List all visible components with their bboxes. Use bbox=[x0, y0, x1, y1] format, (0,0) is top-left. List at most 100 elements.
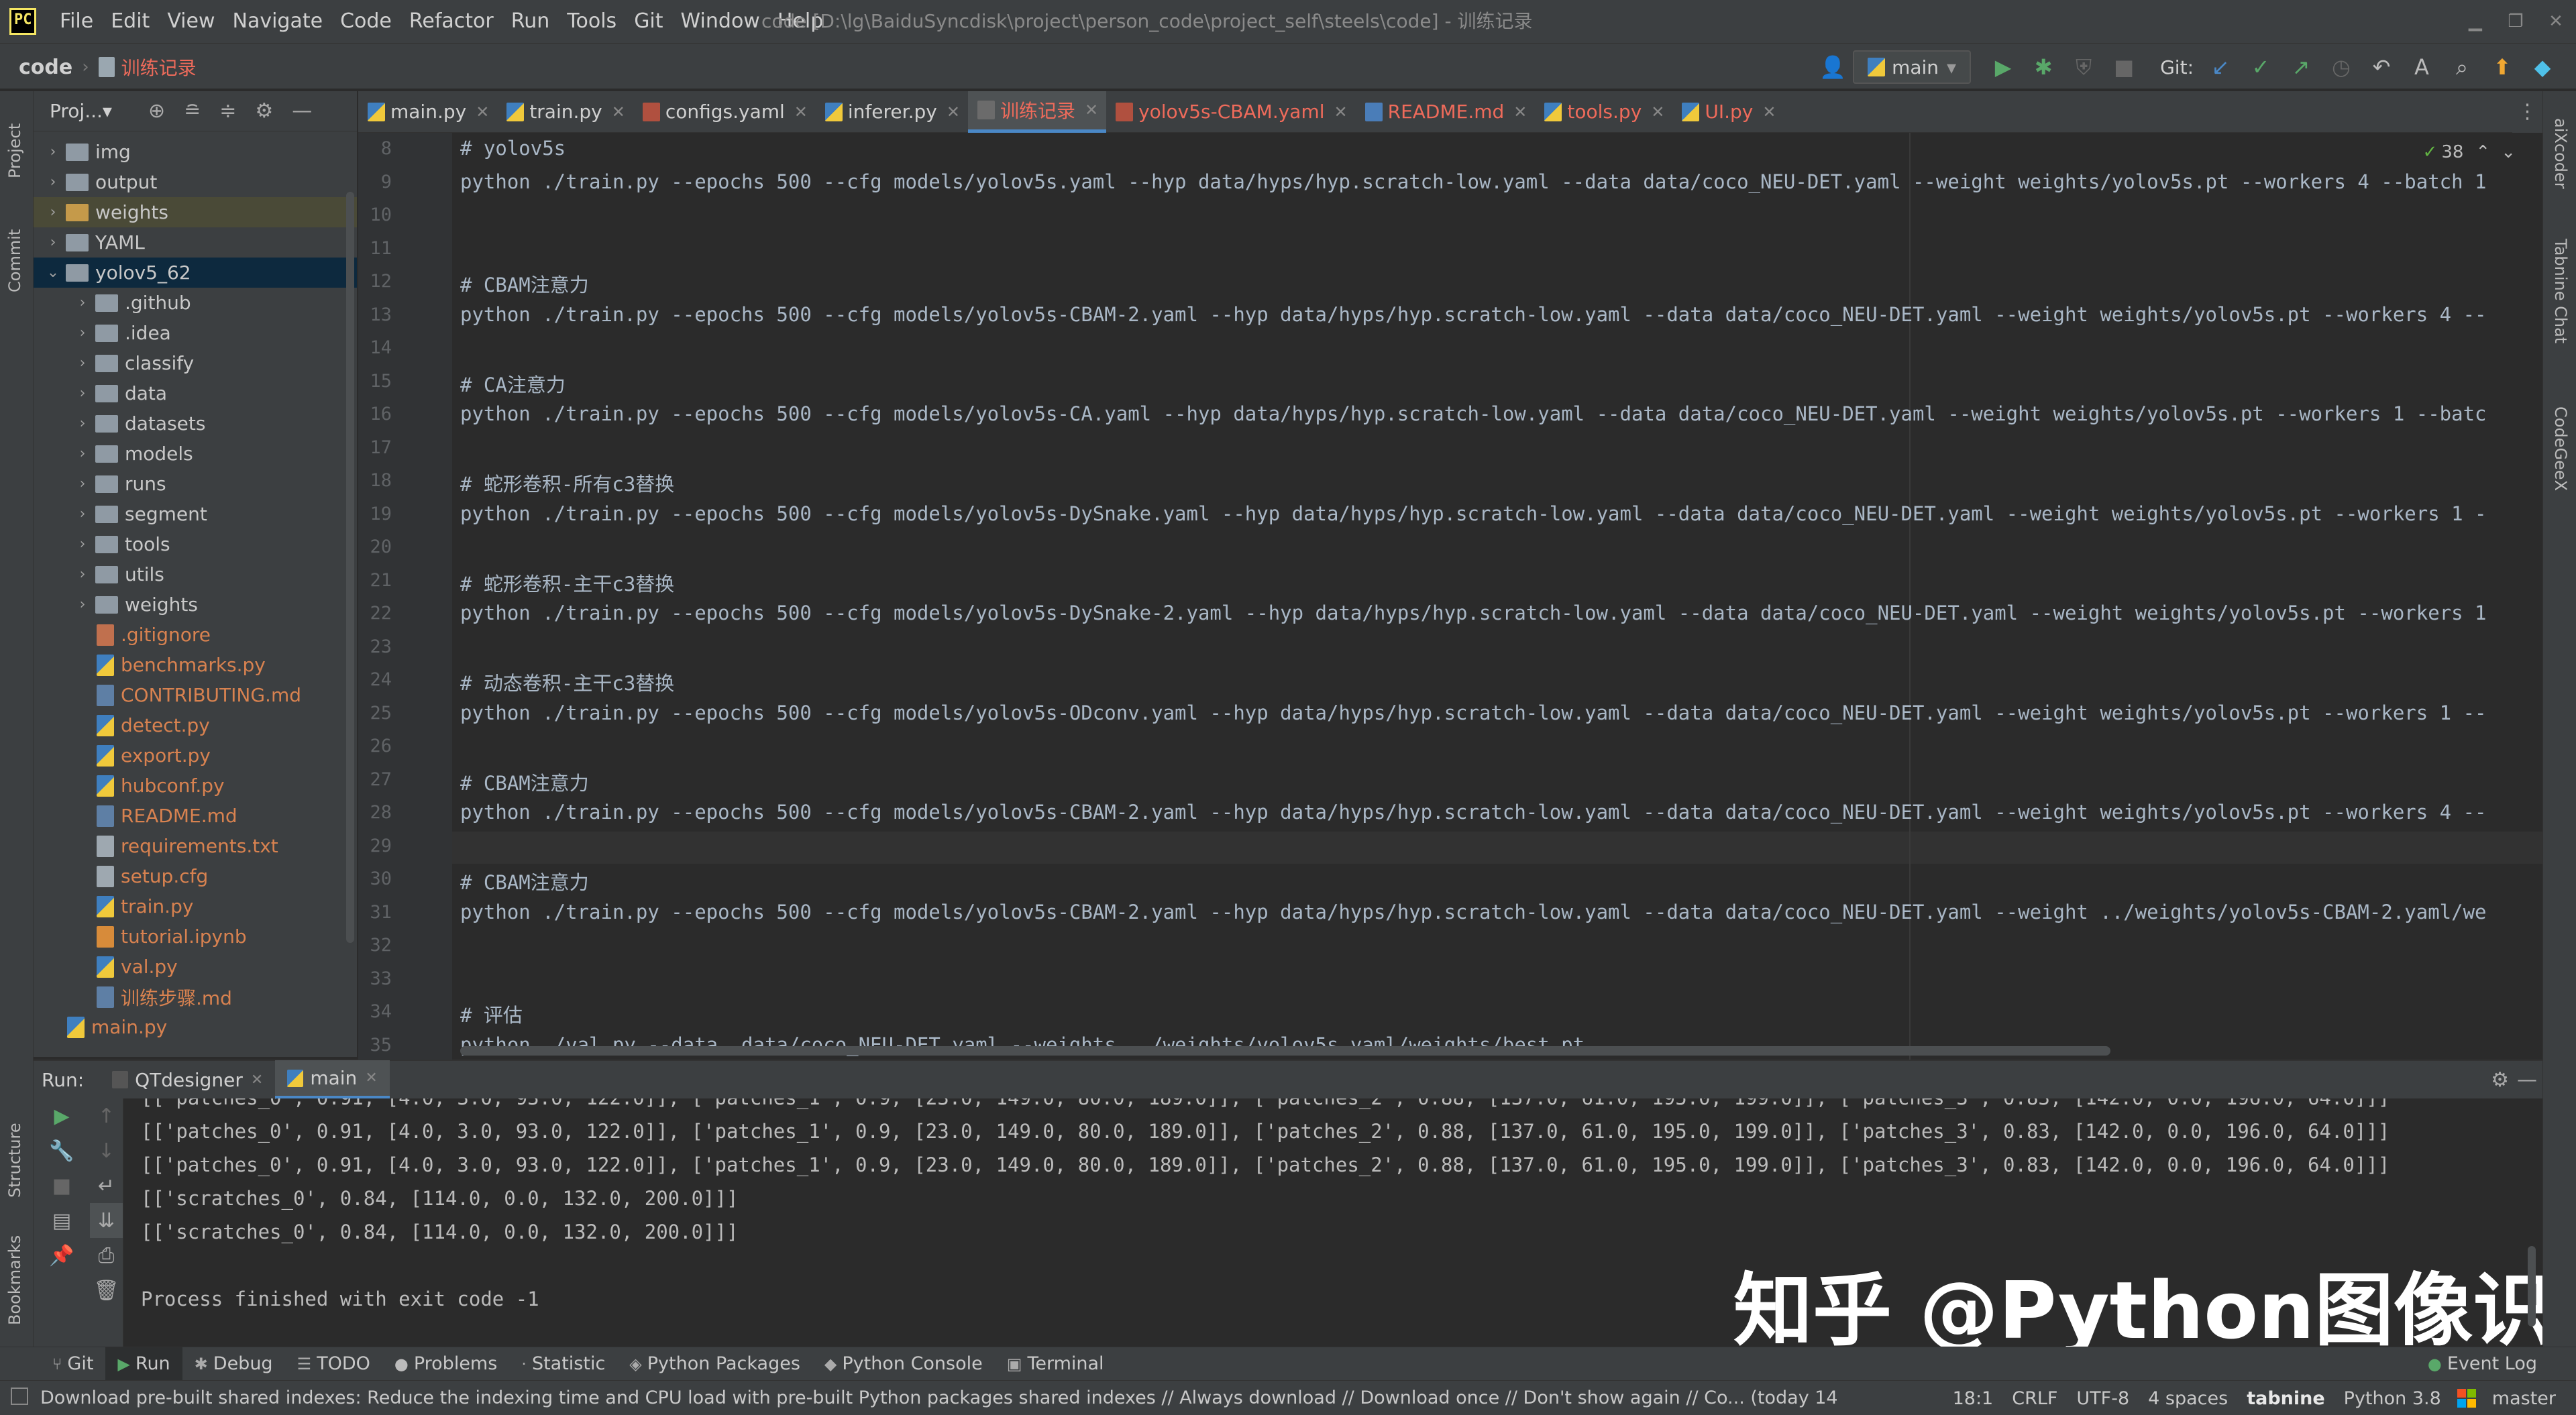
tree-item[interactable]: › .idea bbox=[34, 318, 357, 348]
code-line[interactable]: python ./train.py --epochs 500 --cfg mod… bbox=[460, 402, 2487, 425]
code-line[interactable]: python ./train.py --epochs 500 --cfg mod… bbox=[460, 502, 2487, 525]
tabnine-status[interactable]: tabnine bbox=[2247, 1388, 2324, 1409]
tab-inferer-py[interactable]: inferer.py ✕ bbox=[816, 91, 968, 133]
console-line[interactable]: [['scratches_0', 0.84, [114.0, 0.0, 132.… bbox=[141, 1221, 738, 1243]
python-interpreter[interactable]: Python 3.8 bbox=[2344, 1388, 2441, 1409]
run-console[interactable]: [['patches_0', 0.91, [4.0, 3.0, 93.0, 12… bbox=[123, 1098, 2542, 1347]
git-update-icon[interactable]: ↙ bbox=[2204, 51, 2237, 83]
close-icon[interactable]: ✕ bbox=[476, 103, 489, 121]
breadcrumb-root[interactable]: code bbox=[19, 56, 72, 79]
tree-scrollbar[interactable] bbox=[346, 192, 354, 943]
code-editor[interactable]: 8 9 10 11 12 13 14 15 16 17 18 19 20 21 22 23 24 25 26 27 28… bbox=[358, 133, 2542, 1060]
layout-icon[interactable]: ▤ bbox=[34, 1203, 90, 1238]
tool-window-python-packages[interactable]: ◈ Python Packages bbox=[617, 1347, 812, 1381]
aixcoder-tool-tab[interactable]: aiXcoder bbox=[2551, 118, 2570, 189]
tree-item[interactable]: › weights bbox=[34, 589, 357, 620]
menu-refactor[interactable]: Refactor bbox=[400, 0, 502, 43]
soft-wrap-icon[interactable]: ↵ bbox=[90, 1168, 123, 1203]
tab-train-py[interactable]: train.py ✕ bbox=[497, 91, 633, 133]
restore-icon[interactable]: ❐ bbox=[2496, 0, 2536, 43]
chevron-right-icon[interactable]: › bbox=[43, 174, 63, 190]
chevron-up-icon[interactable]: ⌃ bbox=[2475, 142, 2490, 162]
tree-item[interactable]: val.py bbox=[34, 952, 357, 982]
git-commit-icon[interactable]: ✓ bbox=[2245, 51, 2277, 83]
status-toggle-icon[interactable] bbox=[11, 1388, 28, 1405]
tool-window-debug[interactable]: ✱ Debug bbox=[182, 1347, 285, 1381]
history-icon[interactable]: ◷ bbox=[2325, 51, 2357, 83]
gear-icon[interactable]: ⚙ bbox=[2491, 1068, 2509, 1092]
chevron-right-icon[interactable]: › bbox=[72, 536, 93, 553]
event-log-button[interactable]: ● Event Log bbox=[2416, 1347, 2549, 1381]
tab-configs-yaml[interactable]: configs.yaml ✕ bbox=[633, 91, 816, 133]
status-message[interactable]: Download pre-built shared indexes: Reduc… bbox=[40, 1381, 1838, 1415]
menu-navigate[interactable]: Navigate bbox=[224, 0, 332, 43]
tree-item[interactable]: › img bbox=[34, 137, 357, 167]
close-icon[interactable]: ✕ bbox=[1762, 103, 1776, 121]
tree-item[interactable]: hubconf.py bbox=[34, 771, 357, 801]
chevron-right-icon[interactable]: › bbox=[72, 445, 93, 462]
menu-file[interactable]: File bbox=[51, 0, 102, 43]
chevron-right-icon[interactable]: › bbox=[72, 294, 93, 311]
code-line[interactable]: python ./train.py --epochs 500 --cfg mod… bbox=[460, 901, 2487, 923]
tree-item[interactable]: .gitignore bbox=[34, 620, 357, 650]
code-line[interactable]: python ./train.py --epochs 500 --cfg mod… bbox=[460, 602, 2487, 624]
caret-position[interactable]: 18:1 bbox=[1953, 1388, 1994, 1409]
debug-icon[interactable]: ✱ bbox=[2027, 51, 2059, 83]
line-number-gutter[interactable]: 8 9 10 11 12 13 14 15 16 17 18 19 20 21 22 23 24 25 26 27 28… bbox=[358, 133, 452, 1060]
close-icon[interactable]: ✕ bbox=[794, 103, 808, 121]
tree-item[interactable]: setup.cfg bbox=[34, 861, 357, 891]
pin-icon[interactable]: 📌 bbox=[34, 1238, 90, 1273]
close-icon[interactable]: ✕ bbox=[2536, 0, 2576, 43]
scroll-to-end-icon[interactable]: ⇊ bbox=[90, 1203, 123, 1238]
stop-icon[interactable]: ■ bbox=[34, 1168, 90, 1203]
bookmarks-tool-tab[interactable]: Bookmarks bbox=[5, 1235, 24, 1325]
hide-icon[interactable]: — bbox=[2517, 1068, 2537, 1092]
console-line[interactable]: Process finished with exit code -1 bbox=[141, 1288, 539, 1310]
rerun-icon[interactable]: ▶ bbox=[34, 1098, 90, 1133]
tab-readme-md[interactable]: README.md ✕ bbox=[1356, 91, 1536, 133]
tree-item[interactable]: main.py bbox=[34, 1012, 357, 1042]
tool-window-statistic[interactable]: · Statistic bbox=[509, 1347, 617, 1381]
console-line[interactable]: [['patches_0', 0.91, [4.0, 3.0, 93.0, 12… bbox=[141, 1098, 2390, 1109]
tool-window-run[interactable]: ▶ Run bbox=[105, 1347, 182, 1381]
tool-window-terminal[interactable]: ▣ Terminal bbox=[995, 1347, 1116, 1381]
arrow-up-icon[interactable]: ↑ bbox=[90, 1098, 123, 1133]
tree-item[interactable]: › classify bbox=[34, 348, 357, 378]
arrow-down-icon[interactable]: ↓ bbox=[90, 1133, 123, 1168]
chevron-right-icon[interactable]: › bbox=[72, 415, 93, 432]
console-line[interactable]: [['patches_0', 0.91, [4.0, 3.0, 93.0, 12… bbox=[141, 1120, 2390, 1143]
menu-view[interactable]: View bbox=[158, 0, 223, 43]
close-icon[interactable]: ✕ bbox=[251, 1072, 263, 1088]
tabs-menu-icon[interactable]: ⋮ bbox=[2512, 91, 2542, 133]
close-icon[interactable]: ✕ bbox=[1651, 103, 1664, 121]
close-icon[interactable]: ✕ bbox=[612, 103, 625, 121]
code-line[interactable]: python ./train.py --epochs 500 --cfg mod… bbox=[460, 801, 2487, 824]
menu-run[interactable]: Run bbox=[502, 0, 559, 43]
chevron-right-icon[interactable]: › bbox=[72, 325, 93, 341]
tree-item[interactable]: CONTRIBUTING.md bbox=[34, 680, 357, 710]
tree-item[interactable]: › tools bbox=[34, 529, 357, 559]
breadcrumb-file[interactable]: 训练记录 bbox=[121, 54, 197, 80]
menu-git[interactable]: Git bbox=[625, 0, 672, 43]
close-icon[interactable]: ✕ bbox=[1334, 103, 1348, 121]
chevron-right-icon[interactable]: › bbox=[43, 234, 63, 251]
tree-item[interactable]: › datasets bbox=[34, 408, 357, 439]
code-comment[interactable]: # CBAM注意力 bbox=[460, 270, 589, 298]
code-line[interactable]: python ./train.py --epochs 500 --cfg mod… bbox=[460, 170, 2487, 193]
tabnine-chat-tool-tab[interactable]: Tabnine Chat bbox=[2551, 239, 2570, 343]
tree-item[interactable]: › data bbox=[34, 378, 357, 408]
wrench-icon[interactable]: 🔧 bbox=[34, 1133, 90, 1168]
tree-item[interactable]: ⌄ yolov5_62 bbox=[34, 258, 357, 288]
print-icon[interactable]: ⎙ bbox=[90, 1238, 123, 1273]
code-comment[interactable]: # 蛇形卷积-主干c3替换 bbox=[460, 569, 674, 597]
tree-item[interactable]: › runs bbox=[34, 469, 357, 499]
search-icon[interactable]: ⌕ bbox=[2446, 51, 2478, 83]
close-icon[interactable]: ✕ bbox=[947, 103, 960, 121]
tree-item[interactable]: › utils bbox=[34, 559, 357, 589]
code-comment[interactable]: # 评估 bbox=[460, 1000, 523, 1028]
editor-horizontal-scrollbar[interactable] bbox=[460, 1046, 2110, 1056]
close-icon[interactable]: ✕ bbox=[365, 1070, 377, 1086]
tab-training-log[interactable]: 训练记录 ✕ bbox=[967, 91, 1107, 133]
chevron-right-icon[interactable]: › bbox=[43, 144, 63, 160]
collapse-all-icon[interactable]: ≘ bbox=[184, 99, 201, 123]
